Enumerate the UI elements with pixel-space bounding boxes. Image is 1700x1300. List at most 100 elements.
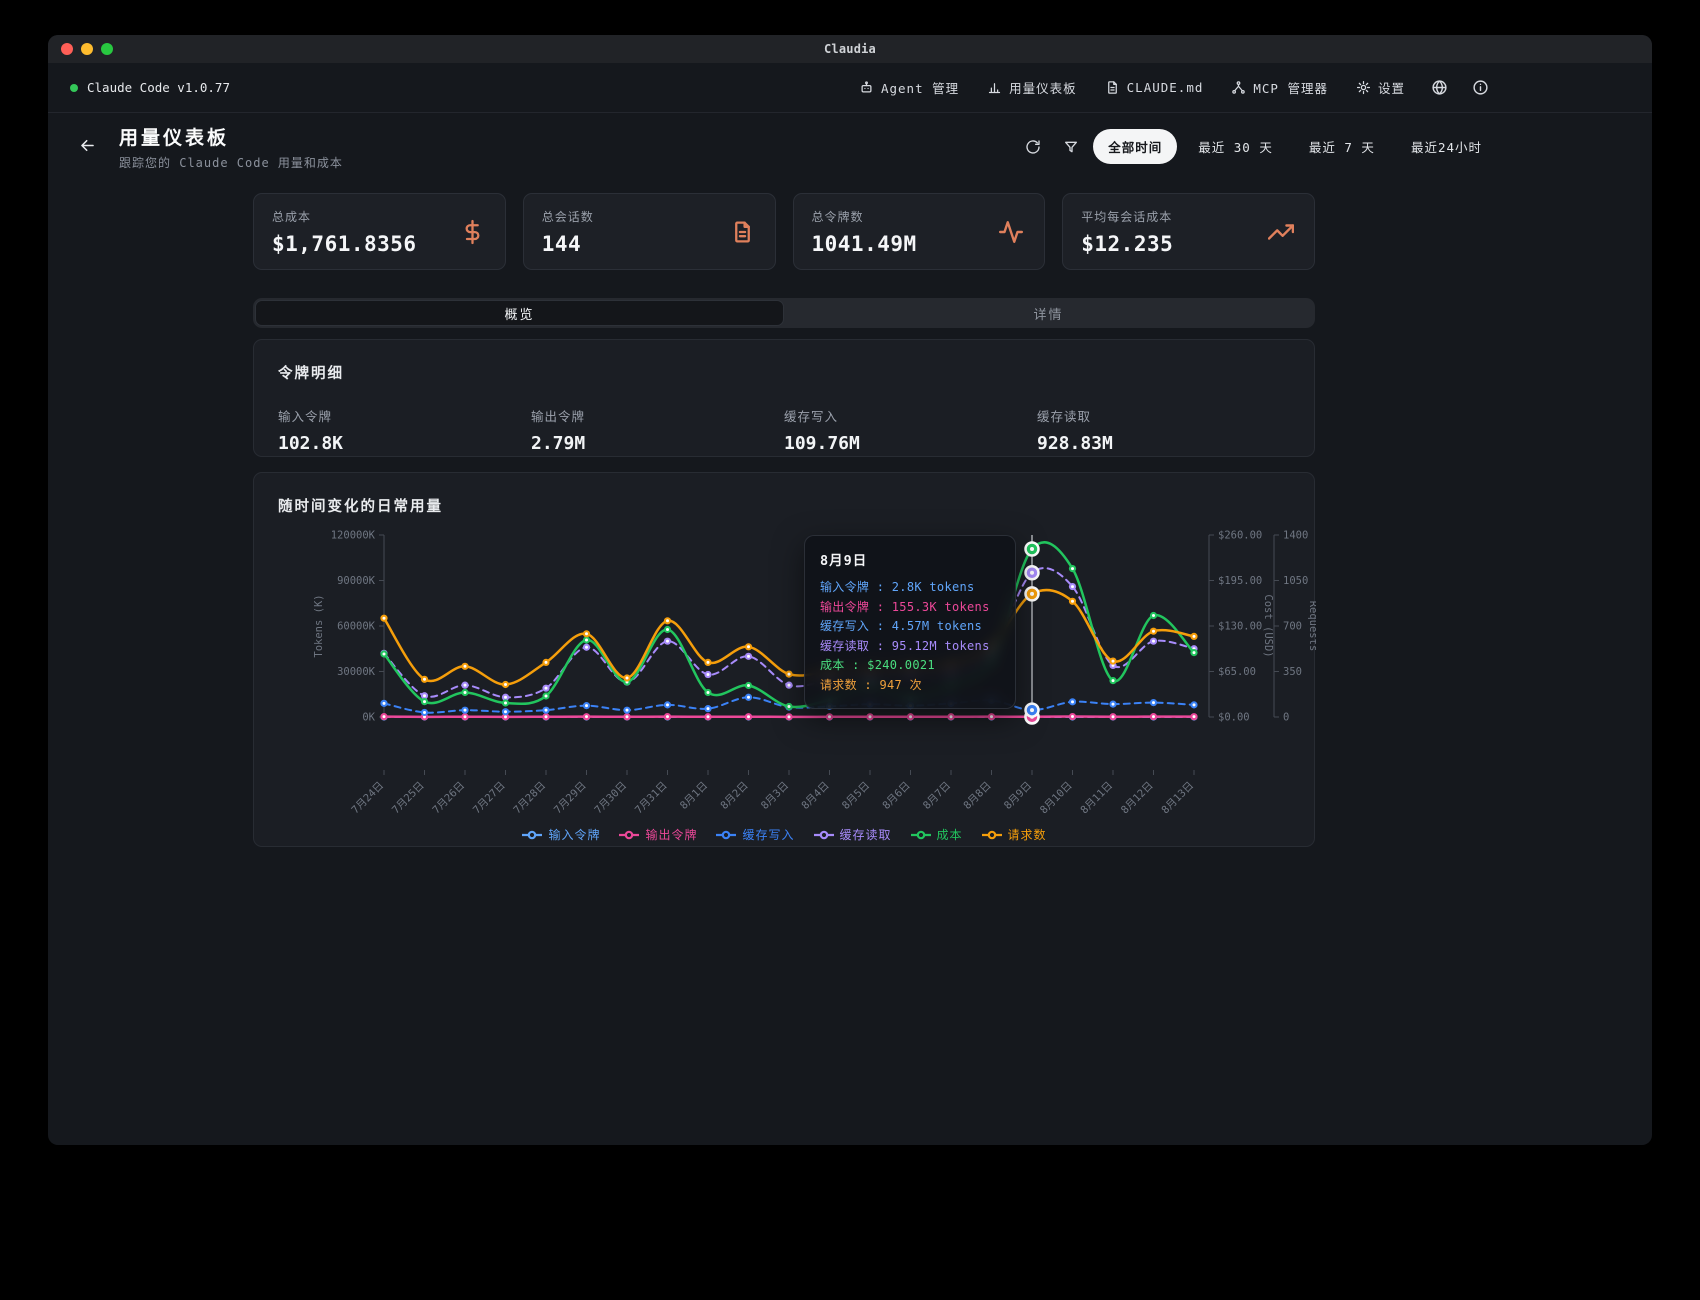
token-breakdown-card: 令牌明细 输入令牌 102.8K输出令牌 2.79M缓存写入 109.76M缓存…	[253, 339, 1315, 457]
filter-button[interactable]	[1055, 133, 1087, 161]
dollar-icon	[460, 219, 485, 244]
page-subtitle: 跟踪您的 Claude Code 用量和成本	[119, 154, 343, 171]
tooltip-row: 缓存读取 : 95.12M tokens	[820, 637, 1000, 657]
nav-item-usage[interactable]: 用量仪表板	[977, 72, 1087, 103]
usage-chart-title: 随时间变化的日常用量	[254, 495, 1314, 516]
nav-item-label: 设置	[1378, 78, 1405, 97]
svg-text:8月10日: 8月10日	[1038, 780, 1075, 817]
svg-text:$65.00: $65.00	[1218, 666, 1256, 678]
stat-value: $12.235	[1081, 232, 1296, 256]
tooltip-row: 缓存写入 : 4.57M tokens	[820, 617, 1000, 637]
stat-value: 144	[542, 232, 757, 256]
zoom-window-button[interactable]	[101, 43, 113, 55]
traffic-lights	[61, 35, 113, 63]
svg-text:30000K: 30000K	[337, 666, 376, 678]
tooltip-row: 输出令牌 : 155.3K tokens	[820, 598, 1000, 618]
token-stat: 输入令牌 102.8K	[278, 406, 531, 454]
token-stat-value: 2.79M	[531, 433, 784, 454]
page-title-block: 用量仪表板 跟踪您的 Claude Code 用量和成本	[119, 123, 343, 171]
minimize-window-button[interactable]	[81, 43, 93, 55]
svg-text:60000K: 60000K	[337, 621, 376, 633]
network-icon	[1231, 80, 1246, 95]
globe-icon	[1431, 79, 1448, 96]
app-window: Claudia Claude Code v1.0.77 Agent 管理用量仪表…	[48, 35, 1652, 1145]
stat-label: 总令牌数	[812, 208, 1027, 225]
token-breakdown-title: 令牌明细	[278, 362, 1290, 383]
token-stat-value: 102.8K	[278, 433, 531, 454]
time-filter-group: 全部时间最近 30 天最近 7 天最近24小时	[1017, 129, 1497, 164]
app-version: Claude Code v1.0.77	[70, 80, 230, 95]
legend-swatch-icon	[813, 830, 835, 840]
svg-text:8月11日: 8月11日	[1078, 780, 1115, 817]
language-button[interactable]	[1423, 73, 1456, 102]
time-filter-7d[interactable]: 最近 7 天	[1294, 129, 1390, 164]
refresh-icon	[1025, 139, 1041, 155]
filter-icon	[1063, 139, 1079, 155]
stat-value: $1,761.8356	[272, 232, 487, 256]
legend-item[interactable]: 缓存写入	[715, 826, 794, 843]
tab-overview[interactable]: 概览	[255, 300, 784, 326]
time-filter-30d[interactable]: 最近 30 天	[1183, 129, 1288, 164]
nav-item-label: MCP 管理器	[1253, 78, 1328, 97]
bot-icon	[859, 80, 874, 95]
tooltip-date: 8月9日	[820, 549, 1000, 569]
svg-text:7月27日: 7月27日	[471, 780, 508, 817]
token-stat-label: 输入令牌	[278, 406, 531, 425]
usage-chart[interactable]: 0K30000K60000K90000K120000KTokens (K)$0.…	[254, 520, 1314, 824]
nav-item-mcp[interactable]: MCP 管理器	[1221, 72, 1338, 103]
svg-text:0: 0	[1283, 712, 1289, 724]
view-tabs: 概览详情	[253, 298, 1315, 328]
svg-text:Cost (USD): Cost (USD)	[1262, 594, 1274, 657]
legend-swatch-icon	[618, 830, 640, 840]
nav-item-settings[interactable]: 设置	[1346, 72, 1415, 103]
app-header: Claude Code v1.0.77 Agent 管理用量仪表板 CLAUDE.…	[48, 63, 1652, 113]
document-icon	[730, 219, 755, 244]
app-version-label: Claude Code v1.0.77	[87, 80, 230, 95]
svg-text:7月28日: 7月28日	[511, 780, 548, 817]
usage-chart-card: 随时间变化的日常用量 0K30000K60000K90000K120000KTo…	[253, 472, 1315, 847]
legend-item[interactable]: 成本	[910, 826, 963, 843]
status-dot	[70, 84, 78, 92]
token-breakdown-grid: 输入令牌 102.8K输出令牌 2.79M缓存写入 109.76M缓存读取 92…	[278, 406, 1290, 454]
svg-text:8月13日: 8月13日	[1159, 780, 1196, 817]
token-stat-label: 缓存读取	[1037, 406, 1290, 425]
back-button[interactable]	[70, 128, 105, 166]
svg-text:7月24日: 7月24日	[349, 780, 386, 817]
legend-swatch-icon	[981, 830, 1003, 840]
chart-tooltip: 8月9日 输入令牌 : 2.8K tokens输出令牌 : 155.3K tok…	[804, 535, 1016, 709]
stat-value: 1041.49M	[812, 232, 1027, 256]
about-button[interactable]	[1464, 73, 1497, 102]
legend-swatch-icon	[521, 830, 543, 840]
svg-text:7月26日: 7月26日	[430, 780, 467, 817]
legend-item[interactable]: 缓存读取	[813, 826, 892, 843]
svg-text:$0.00: $0.00	[1218, 712, 1250, 724]
time-filter-24h[interactable]: 最近24小时	[1396, 129, 1497, 164]
usage-chart-canvas[interactable]: 0K30000K60000K90000K120000KTokens (K)$0.…	[254, 520, 1316, 820]
legend-item[interactable]: 输入令牌	[521, 826, 600, 843]
svg-text:700: 700	[1283, 621, 1302, 633]
nav-item-claude-md[interactable]: CLAUDE.md	[1095, 74, 1214, 101]
legend-item[interactable]: 输出令牌	[618, 826, 697, 843]
svg-text:90000K: 90000K	[337, 575, 376, 587]
svg-text:$195.00: $195.00	[1218, 575, 1262, 587]
token-stat-value: 109.76M	[784, 433, 1037, 454]
svg-text:7月25日: 7月25日	[390, 780, 427, 817]
trend-up-icon	[1268, 219, 1294, 245]
svg-text:8月4日: 8月4日	[799, 780, 831, 812]
svg-text:Requests: Requests	[1307, 601, 1316, 652]
window-title: Claudia	[48, 42, 1652, 56]
time-filter-all-time[interactable]: 全部时间	[1093, 129, 1177, 164]
main-nav: Agent 管理用量仪表板 CLAUDE.md MCP 管理器 设置	[849, 72, 1497, 103]
tab-details[interactable]: 详情	[784, 300, 1313, 326]
close-window-button[interactable]	[61, 43, 73, 55]
activity-icon	[998, 219, 1024, 245]
refresh-button[interactable]	[1017, 133, 1049, 161]
legend-swatch-icon	[910, 830, 932, 840]
nav-item-agents[interactable]: Agent 管理	[849, 72, 969, 103]
bar-chart-icon	[987, 80, 1002, 95]
info-icon	[1472, 79, 1489, 96]
token-stat-label: 缓存写入	[784, 406, 1037, 425]
token-stat-label: 输出令牌	[531, 406, 784, 425]
svg-text:8月9日: 8月9日	[1002, 780, 1034, 812]
legend-item[interactable]: 请求数	[981, 826, 1047, 843]
